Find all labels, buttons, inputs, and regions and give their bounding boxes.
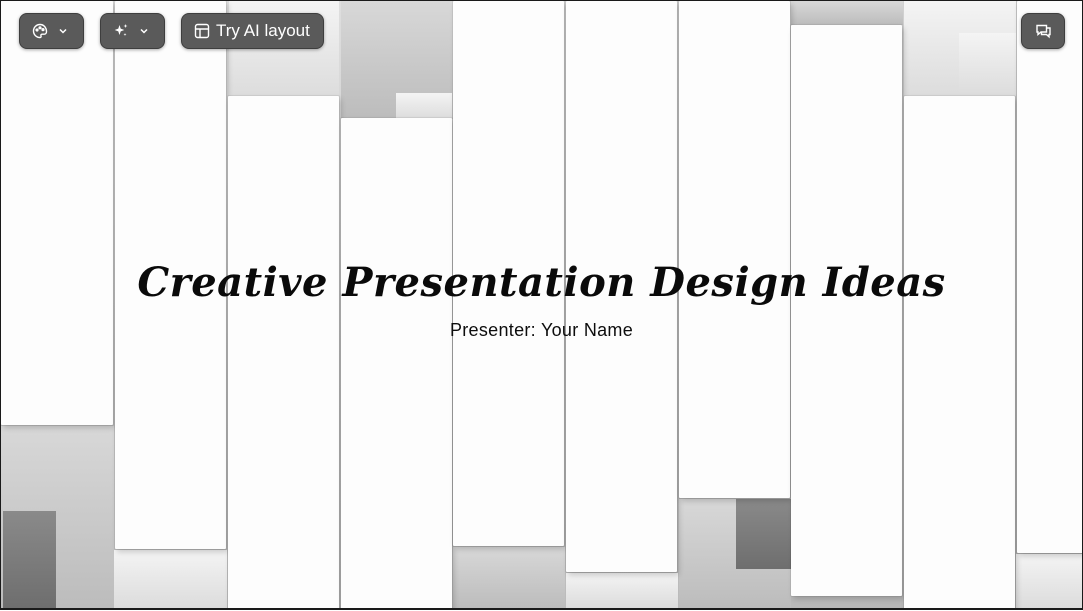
background-block — [736, 499, 791, 569]
decorative-panel — [679, 1, 790, 498]
decorative-panel — [228, 96, 339, 608]
background-block — [114, 550, 227, 608]
decorative-panel — [904, 96, 1015, 608]
comment-icon — [1035, 23, 1052, 39]
background-block — [566, 573, 678, 608]
decorative-panel — [341, 118, 452, 608]
decorative-panel — [1, 1, 113, 425]
theme-button[interactable] — [19, 13, 84, 49]
palette-icon — [32, 23, 48, 39]
layout-icon — [194, 23, 210, 39]
slide-canvas[interactable]: Creative Presentation Design Ideas Prese… — [0, 0, 1083, 610]
sparkle-icon — [113, 23, 129, 39]
background-block — [791, 1, 903, 25]
chevron-down-icon — [58, 26, 68, 36]
slide-subtitle[interactable]: Presenter: Your Name — [1, 320, 1082, 341]
background-block — [959, 33, 1016, 96]
background-block — [1016, 554, 1082, 608]
background-block — [396, 93, 452, 119]
slide-title[interactable]: Creative Presentation Design Ideas — [1, 259, 1082, 306]
background-block — [3, 511, 56, 608]
try-ai-layout-label: Try AI layout — [216, 21, 310, 40]
try-ai-layout-button[interactable]: Try AI layout — [181, 13, 324, 49]
background-block — [453, 547, 565, 608]
chevron-down-icon — [139, 26, 149, 36]
comments-button[interactable] — [1021, 13, 1065, 49]
ai-assist-button[interactable] — [100, 13, 165, 49]
title-block[interactable]: Creative Presentation Design Ideas Prese… — [1, 259, 1082, 341]
